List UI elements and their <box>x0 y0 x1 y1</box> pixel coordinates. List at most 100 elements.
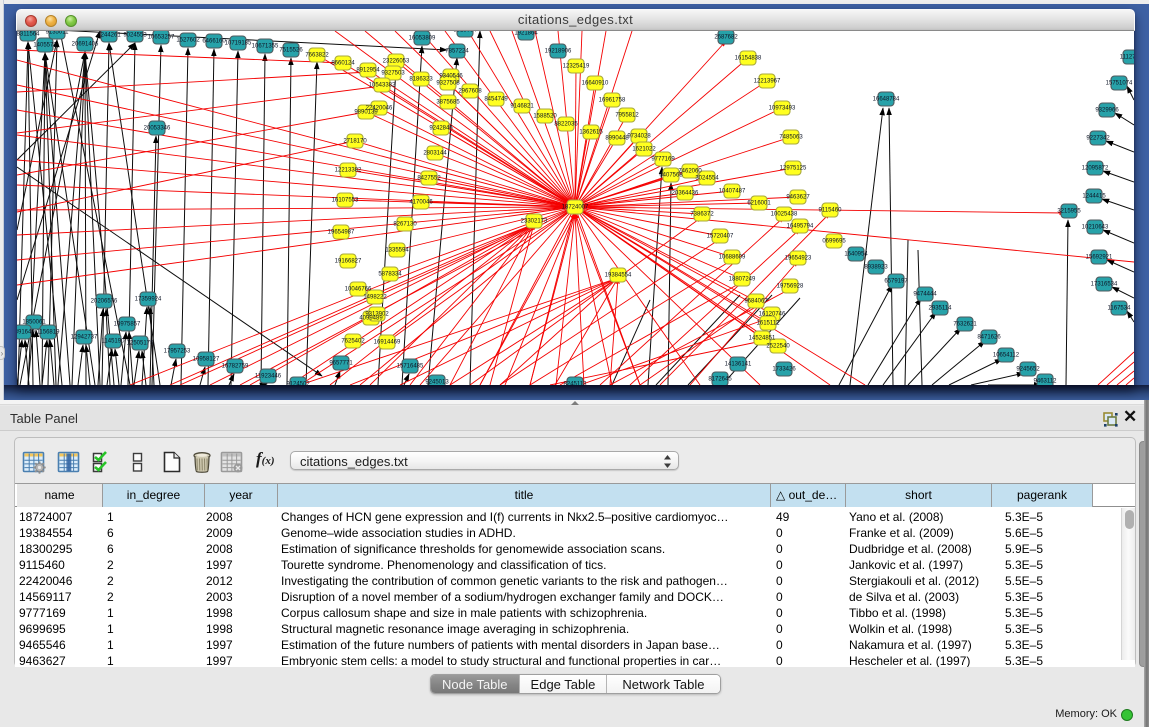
svg-text:1405571: 1405571 <box>33 43 57 49</box>
svg-text:19654923: 19654923 <box>785 256 812 262</box>
svg-text:9327503: 9327503 <box>381 71 405 77</box>
svg-text:3875685: 3875685 <box>436 100 460 106</box>
svg-text:9135011: 9135011 <box>46 31 70 36</box>
svg-text:9777169: 9777169 <box>651 157 675 163</box>
svg-text:10046766: 10046766 <box>345 287 372 293</box>
svg-text:9313902: 9313902 <box>365 312 389 318</box>
svg-text:9474444: 9474444 <box>913 292 937 298</box>
svg-text:9327508: 9327508 <box>436 81 460 87</box>
svg-text:17957253: 17957253 <box>164 349 191 355</box>
svg-text:11923446: 11923446 <box>255 374 282 380</box>
svg-text:8172645: 8172645 <box>708 377 732 383</box>
svg-text:1615112: 1615112 <box>757 321 781 327</box>
svg-text:8471626: 8471626 <box>977 335 1001 341</box>
svg-text:8245113: 8245113 <box>564 382 588 386</box>
svg-text:23302173: 23302173 <box>521 219 548 225</box>
svg-text:9242845: 9242845 <box>429 126 453 132</box>
svg-text:20206576: 20206576 <box>91 299 118 305</box>
svg-text:9463112: 9463112 <box>1034 379 1058 385</box>
svg-text:1391640: 1391640 <box>17 330 35 336</box>
svg-text:16640910: 16640910 <box>582 81 609 87</box>
svg-text:1498222: 1498222 <box>363 295 387 301</box>
svg-text:8822035: 8822035 <box>554 122 578 128</box>
svg-text:12095872: 12095872 <box>1082 166 1109 172</box>
svg-text:8912954: 8912954 <box>356 68 380 74</box>
svg-text:10407487: 10407487 <box>719 189 746 195</box>
svg-text:3024554: 3024554 <box>695 176 719 182</box>
svg-text:9245013: 9245013 <box>425 380 449 386</box>
svg-text:15751074: 15751074 <box>1106 81 1133 87</box>
svg-text:0699695: 0699695 <box>822 239 846 245</box>
svg-text:7485063: 7485063 <box>779 135 803 141</box>
svg-text:14524851: 14524851 <box>749 336 776 342</box>
svg-text:9340546: 9340546 <box>439 74 463 80</box>
svg-text:8267130: 8267130 <box>393 222 417 228</box>
svg-text:9024553: 9024553 <box>123 33 147 39</box>
svg-text:9657771: 9657771 <box>329 361 353 367</box>
svg-text:7515526: 7515526 <box>279 48 303 54</box>
svg-text:1733426: 1733426 <box>772 367 796 373</box>
svg-text:9329966: 9329966 <box>1095 108 1119 114</box>
svg-text:1244415: 1244415 <box>1082 194 1106 200</box>
svg-text:19218906: 19218906 <box>545 49 572 55</box>
svg-text:8813054: 8813054 <box>453 31 477 34</box>
svg-text:9124502: 9124502 <box>286 382 310 386</box>
svg-text:8938923: 8938923 <box>864 265 888 271</box>
svg-text:10671355: 10671355 <box>252 44 279 50</box>
svg-text:8427552: 8427552 <box>417 176 441 182</box>
svg-text:9115460: 9115460 <box>819 208 843 214</box>
svg-text:3215955: 3215955 <box>1057 209 1081 215</box>
svg-text:7663822: 7663822 <box>305 53 329 59</box>
svg-text:2803144: 2803144 <box>423 151 447 157</box>
svg-text:16961758: 16961758 <box>599 98 626 104</box>
svg-text:1362615: 1362615 <box>579 130 603 136</box>
svg-text:10973493: 10973493 <box>769 106 796 112</box>
svg-text:19654987: 19654987 <box>328 230 355 236</box>
svg-text:7857224: 7857224 <box>445 49 469 55</box>
svg-text:20053346: 20053346 <box>144 126 171 132</box>
svg-text:4170046: 4170046 <box>409 200 433 206</box>
svg-text:15692921: 15692921 <box>1086 255 1113 261</box>
svg-text:16107553: 16107553 <box>332 198 359 204</box>
svg-text:2522540: 2522540 <box>766 344 790 350</box>
svg-text:16053809: 16053809 <box>409 36 436 42</box>
svg-text:1112705: 1112705 <box>1120 55 1134 61</box>
svg-text:6216001: 6216001 <box>747 201 771 207</box>
svg-text:19166827: 19166827 <box>335 259 362 265</box>
svg-text:8660124: 8660124 <box>331 61 355 67</box>
svg-text:1527602: 1527602 <box>176 38 200 44</box>
svg-text:17316534: 17316534 <box>1091 282 1118 288</box>
svg-text:1921864: 1921864 <box>514 31 538 37</box>
svg-text:18724007: 18724007 <box>562 205 589 211</box>
svg-text:15716485: 15716485 <box>397 364 424 370</box>
svg-text:12505175: 12505175 <box>127 341 154 347</box>
svg-text:16648784: 16648784 <box>873 97 900 103</box>
svg-text:10210643: 10210643 <box>1082 225 1109 231</box>
svg-text:2687682: 2687682 <box>714 35 738 41</box>
svg-text:10975857: 10975857 <box>114 322 141 328</box>
svg-text:20691406: 20691406 <box>72 42 99 48</box>
svg-text:8990448: 8990448 <box>605 136 629 142</box>
svg-text:8454749: 8454749 <box>484 97 508 103</box>
svg-text:1156819: 1156819 <box>37 330 61 336</box>
svg-text:9227342: 9227342 <box>1086 136 1110 142</box>
svg-text:10653257: 10653257 <box>148 35 175 41</box>
svg-text:10688609: 10688609 <box>719 255 746 261</box>
svg-text:1335594: 1335594 <box>385 248 409 254</box>
svg-text:9146821: 9146821 <box>510 104 534 110</box>
svg-text:16120746: 16120746 <box>759 312 786 318</box>
svg-text:20364436: 20364436 <box>672 191 699 197</box>
svg-text:6466160: 6466160 <box>202 39 226 45</box>
svg-text:8311564: 8311564 <box>17 32 40 38</box>
svg-text:9245652: 9245652 <box>1016 367 1040 373</box>
svg-text:9463627: 9463627 <box>786 195 810 201</box>
svg-text:9734028: 9734028 <box>627 134 651 140</box>
svg-text:10654112: 10654112 <box>993 353 1020 359</box>
svg-text:2718170: 2718170 <box>343 139 367 145</box>
svg-text:12942737: 12942737 <box>71 335 98 341</box>
svg-text:10719185: 10719185 <box>225 41 252 47</box>
svg-text:12213382: 12213382 <box>335 168 362 174</box>
svg-text:9890139: 9890139 <box>354 110 378 116</box>
svg-text:18807249: 18807249 <box>729 277 756 283</box>
svg-text:23226053: 23226053 <box>383 59 410 65</box>
